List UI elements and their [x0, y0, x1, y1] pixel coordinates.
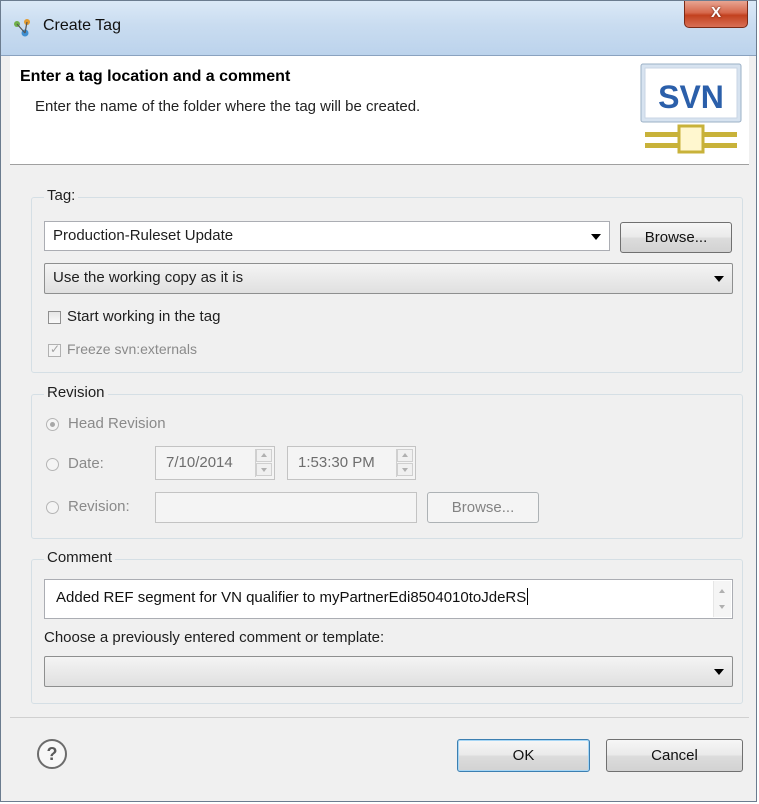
arrow-down-icon: [261, 468, 267, 472]
arrow-up-icon: [261, 453, 267, 457]
text-caret: [527, 588, 529, 605]
spin-up-button[interactable]: [256, 449, 272, 462]
date-label[interactable]: Date:: [68, 455, 104, 472]
checkmark-icon: ✓: [50, 342, 61, 356]
revision-number-input[interactable]: [155, 492, 417, 523]
scroll-up-icon[interactable]: [719, 589, 725, 593]
date-radio[interactable]: [46, 458, 59, 471]
arrow-up-icon: [402, 453, 408, 457]
tag-icon: [14, 19, 30, 37]
cancel-button[interactable]: Cancel: [606, 739, 743, 772]
revision-browse-button[interactable]: Browse...: [427, 492, 539, 523]
head-revision-radio[interactable]: [46, 418, 59, 431]
tag-browse-button[interactable]: Browse...: [620, 222, 732, 253]
spin-down-button[interactable]: [397, 463, 413, 476]
comment-history-select[interactable]: [44, 656, 733, 687]
title-bar[interactable]: Create Tag X: [1, 1, 756, 56]
footer-divider: [10, 717, 749, 718]
comment-group-label: Comment: [44, 549, 116, 566]
date-value: 7/10/2014: [166, 454, 233, 471]
tag-location-combo[interactable]: Production-Ruleset Update: [44, 221, 610, 251]
scroll-down-icon[interactable]: [719, 605, 725, 609]
comment-history-label: Choose a previously entered comment or t…: [44, 629, 385, 646]
arrow-down-icon: [402, 468, 408, 472]
help-icon[interactable]: ?: [37, 739, 67, 769]
comment-textarea[interactable]: Added REF segment for VN qualifier to my…: [44, 579, 733, 619]
comment-text: Added REF segment for VN qualifier to my…: [56, 589, 527, 606]
chevron-down-icon[interactable]: [591, 234, 601, 240]
radio-selected-dot: [50, 422, 55, 427]
svg-text:SVN: SVN: [658, 79, 724, 115]
time-spinner[interactable]: 1:53:30 PM: [287, 446, 416, 480]
comment-scrollbar[interactable]: [713, 581, 731, 617]
tag-group-label: Tag:: [44, 187, 79, 204]
start-working-label[interactable]: Start working in the tag: [67, 308, 220, 325]
svn-logo-icon: SVN: [640, 63, 742, 154]
close-button[interactable]: X: [684, 1, 748, 28]
header-banner: Enter a tag location and a comment Enter…: [10, 56, 749, 165]
banner-description: Enter the name of the folder where the t…: [35, 98, 421, 115]
freeze-externals-checkbox[interactable]: ✓: [48, 342, 61, 357]
banner-title: Enter a tag location and a comment: [20, 68, 291, 85]
chevron-down-icon[interactable]: [714, 669, 724, 675]
freeze-externals-label[interactable]: Freeze svn:externals: [67, 341, 197, 357]
ok-button[interactable]: OK: [457, 739, 590, 772]
tag-source-select[interactable]: Use the working copy as it is: [44, 263, 733, 294]
revision-radio[interactable]: [46, 501, 59, 514]
time-value: 1:53:30 PM: [298, 454, 375, 471]
head-revision-label[interactable]: Head Revision: [68, 415, 166, 432]
chevron-down-icon[interactable]: [714, 276, 724, 282]
window-title: Create Tag: [43, 17, 121, 34]
revision-group-label: Revision: [44, 384, 108, 401]
start-working-checkbox[interactable]: [48, 311, 61, 324]
close-icon: X: [710, 4, 721, 21]
tag-source-value: Use the working copy as it is: [53, 269, 244, 286]
date-spinner[interactable]: 7/10/2014: [155, 446, 275, 480]
create-tag-dialog: Create Tag X Enter a tag location and a …: [0, 0, 757, 802]
revision-label[interactable]: Revision:: [68, 498, 130, 515]
tag-location-value: Production-Ruleset Update: [53, 227, 234, 244]
spin-down-button[interactable]: [256, 463, 272, 476]
spin-up-button[interactable]: [397, 449, 413, 462]
